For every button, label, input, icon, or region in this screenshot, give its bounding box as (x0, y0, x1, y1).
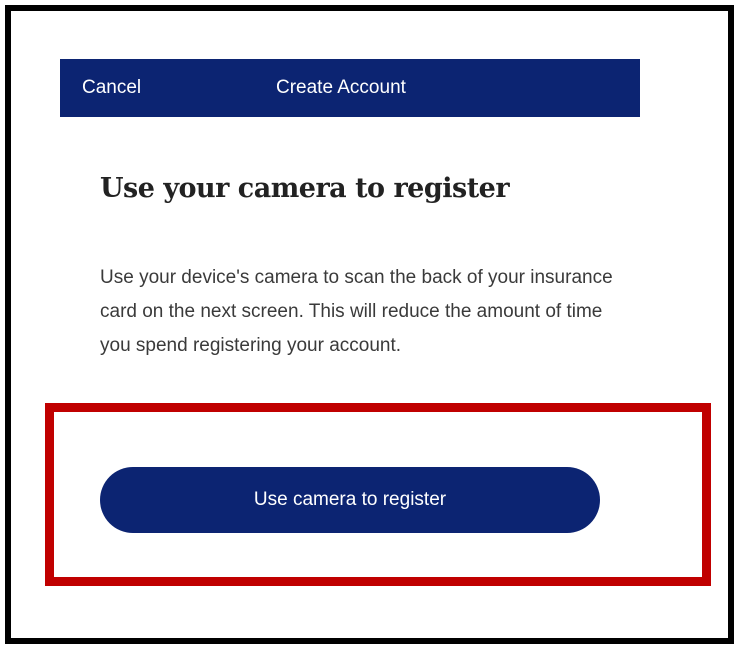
cancel-button[interactable]: Cancel (82, 77, 141, 99)
instructions-text: Use your device's camera to scan the bac… (100, 267, 613, 356)
nav-bar: Cancel Create Account (60, 59, 640, 117)
use-camera-button[interactable]: Use camera to register (100, 467, 600, 533)
page-title: Create Account (276, 77, 406, 98)
section-heading: Use your camera to register (100, 173, 510, 204)
screenshot-frame: Cancel Create Account Use your camera to… (5, 5, 734, 644)
